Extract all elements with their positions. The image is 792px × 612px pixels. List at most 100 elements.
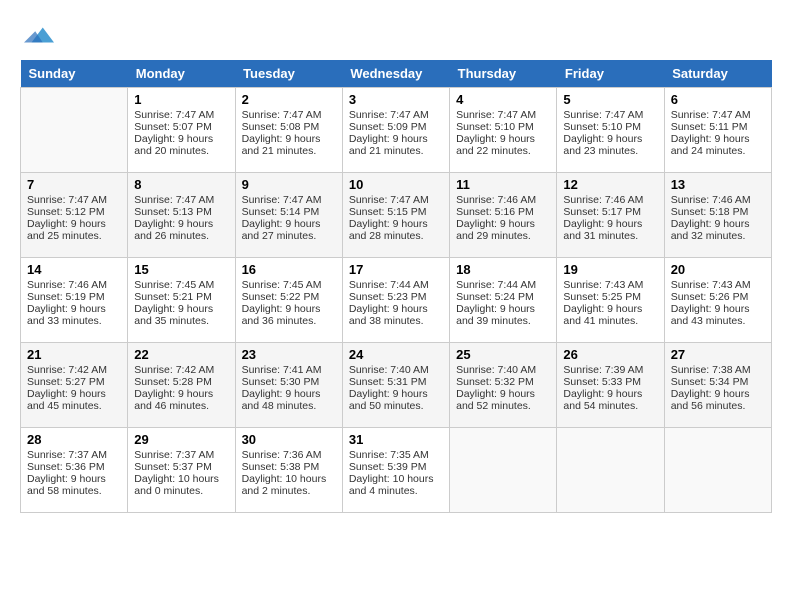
calendar-week-row: 28Sunrise: 7:37 AMSunset: 5:36 PMDayligh… (21, 428, 772, 513)
daylight-text: Daylight: 9 hours and 58 minutes. (27, 473, 121, 497)
sunset-text: Sunset: 5:10 PM (563, 121, 657, 133)
calendar-cell: 20Sunrise: 7:43 AMSunset: 5:26 PMDayligh… (664, 258, 771, 343)
calendar-cell: 27 Sunrise: 7:38 AMSunset: 5:34 PMDayligh… (664, 343, 771, 428)
daylight-text: Daylight: 10 hours and 4 minutes. (349, 473, 443, 497)
sunrise-text: Sunrise: 7:47 AM (242, 109, 336, 121)
calendar-week-row: 14Sunrise: 7:46 AMSunset: 5:19 PMDayligh… (21, 258, 772, 343)
sunrise-text: Sunrise: 7:43 AM (671, 279, 765, 291)
daylight-text: Daylight: 9 hours and 23 minutes. (563, 133, 657, 157)
day-number: 14 (27, 262, 121, 277)
day-number: 24 (349, 347, 443, 362)
calendar-cell (21, 88, 128, 173)
sunrise-text: Sunrise: 7:41 AM (242, 364, 336, 376)
day-number: 6 (671, 92, 765, 107)
calendar-cell: 8Sunrise: 7:47 AMSunset: 5:13 PMDaylight… (128, 173, 235, 258)
day-number: 8 (134, 177, 228, 192)
day-number: 27 (671, 347, 765, 362)
calendar-cell: 10Sunrise: 7:47 AMSunset: 5:15 PMDayligh… (342, 173, 449, 258)
daylight-text: Daylight: 9 hours and 46 minutes. (134, 388, 228, 412)
daylight-text: Daylight: 9 hours and 26 minutes. (134, 218, 228, 242)
daylight-text: Daylight: 9 hours and 22 minutes. (456, 133, 550, 157)
day-number: 11 (456, 177, 550, 192)
calendar-table: SundayMondayTuesdayWednesdayThursdayFrid… (20, 60, 772, 513)
calendar-cell: 14Sunrise: 7:46 AMSunset: 5:19 PMDayligh… (21, 258, 128, 343)
col-header-thursday: Thursday (450, 60, 557, 88)
daylight-text: Daylight: 9 hours and 43 minutes. (671, 303, 765, 327)
sunset-text: Sunset: 5:16 PM (456, 206, 550, 218)
sunset-text: Sunset: 5:24 PM (456, 291, 550, 303)
day-number: 13 (671, 177, 765, 192)
daylight-text: Daylight: 9 hours and 25 minutes. (27, 218, 121, 242)
sunset-text: Sunset: 5:12 PM (27, 206, 121, 218)
sunrise-text: Sunrise: 7:45 AM (242, 279, 336, 291)
sunrise-text: Sunrise: 7:46 AM (563, 194, 657, 206)
sunrise-text: Sunrise: 7:36 AM (242, 449, 336, 461)
calendar-cell: 15Sunrise: 7:45 AMSunset: 5:21 PMDayligh… (128, 258, 235, 343)
logo (20, 20, 54, 50)
sunset-text: Sunset: 5:31 PM (349, 376, 443, 388)
day-number: 17 (349, 262, 443, 277)
day-number: 26 (563, 347, 657, 362)
day-number: 21 (27, 347, 121, 362)
calendar-header-row: SundayMondayTuesdayWednesdayThursdayFrid… (21, 60, 772, 88)
calendar-cell: 5Sunrise: 7:47 AMSunset: 5:10 PMDaylight… (557, 88, 664, 173)
sunset-text: Sunset: 5:36 PM (27, 461, 121, 473)
sunrise-text: Sunrise: 7:40 AM (349, 364, 443, 376)
daylight-text: Daylight: 9 hours and 29 minutes. (456, 218, 550, 242)
col-header-monday: Monday (128, 60, 235, 88)
calendar-cell: 24Sunrise: 7:40 AMSunset: 5:31 PMDayligh… (342, 343, 449, 428)
sunrise-text: Sunrise: 7:42 AM (27, 364, 121, 376)
day-number: 12 (563, 177, 657, 192)
daylight-text: Daylight: 9 hours and 54 minutes. (563, 388, 657, 412)
calendar-cell: 26Sunrise: 7:39 AMSunset: 5:33 PMDayligh… (557, 343, 664, 428)
day-number: 9 (242, 177, 336, 192)
daylight-text: Daylight: 9 hours and 33 minutes. (27, 303, 121, 327)
day-number: 29 (134, 432, 228, 447)
sunrise-text: Sunrise: 7:47 AM (349, 194, 443, 206)
calendar-cell: 19Sunrise: 7:43 AMSunset: 5:25 PMDayligh… (557, 258, 664, 343)
daylight-text: Daylight: 9 hours and 39 minutes. (456, 303, 550, 327)
daylight-text: Daylight: 9 hours and 56 minutes. (671, 388, 765, 412)
calendar-cell: 22Sunrise: 7:42 AMSunset: 5:28 PMDayligh… (128, 343, 235, 428)
day-number: 15 (134, 262, 228, 277)
day-number: 30 (242, 432, 336, 447)
daylight-text: Daylight: 10 hours and 0 minutes. (134, 473, 228, 497)
col-header-sunday: Sunday (21, 60, 128, 88)
sunset-text: Sunset: 5:22 PM (242, 291, 336, 303)
calendar-cell: 3Sunrise: 7:47 AMSunset: 5:09 PMDaylight… (342, 88, 449, 173)
sunset-text: Sunset: 5:32 PM (456, 376, 550, 388)
sunset-text: Sunset: 5:33 PM (563, 376, 657, 388)
calendar-cell (664, 428, 771, 513)
day-number: 4 (456, 92, 550, 107)
calendar-cell: 2Sunrise: 7:47 AMSunset: 5:08 PMDaylight… (235, 88, 342, 173)
calendar-cell: 25Sunrise: 7:40 AMSunset: 5:32 PMDayligh… (450, 343, 557, 428)
sunset-text: Sunset: 5:39 PM (349, 461, 443, 473)
day-number: 19 (563, 262, 657, 277)
daylight-text: Daylight: 9 hours and 48 minutes. (242, 388, 336, 412)
calendar-cell: 30 Sunrise: 7:36 AMSunset: 5:38 PMDayligh… (235, 428, 342, 513)
daylight-text: Daylight: 9 hours and 38 minutes. (349, 303, 443, 327)
daylight-text: Daylight: 9 hours and 41 minutes. (563, 303, 657, 327)
day-number: 25 (456, 347, 550, 362)
page-header (20, 20, 772, 50)
sunrise-text: Sunrise: 7:37 AM (27, 449, 121, 461)
day-number: 18 (456, 262, 550, 277)
sunset-text: Sunset: 5:07 PM (134, 121, 228, 133)
daylight-text: Daylight: 10 hours and 2 minutes. (242, 473, 336, 497)
calendar-cell: 23Sunrise: 7:41 AMSunset: 5:30 PMDayligh… (235, 343, 342, 428)
sunrise-text: Sunrise: 7:38 AM (671, 364, 765, 376)
logo-icon (24, 20, 54, 50)
sunrise-text: Sunrise: 7:35 AM (349, 449, 443, 461)
sunset-text: Sunset: 5:30 PM (242, 376, 336, 388)
calendar-cell: 18Sunrise: 7:44 AMSunset: 5:24 PMDayligh… (450, 258, 557, 343)
sunrise-text: Sunrise: 7:45 AM (134, 279, 228, 291)
sunset-text: Sunset: 5:27 PM (27, 376, 121, 388)
day-number: 7 (27, 177, 121, 192)
sunset-text: Sunset: 5:34 PM (671, 376, 765, 388)
sunset-text: Sunset: 5:38 PM (242, 461, 336, 473)
calendar-cell: 29Sunrise: 7:37 AMSunset: 5:37 PMDayligh… (128, 428, 235, 513)
col-header-tuesday: Tuesday (235, 60, 342, 88)
sunrise-text: Sunrise: 7:40 AM (456, 364, 550, 376)
daylight-text: Daylight: 9 hours and 27 minutes. (242, 218, 336, 242)
sunrise-text: Sunrise: 7:46 AM (27, 279, 121, 291)
